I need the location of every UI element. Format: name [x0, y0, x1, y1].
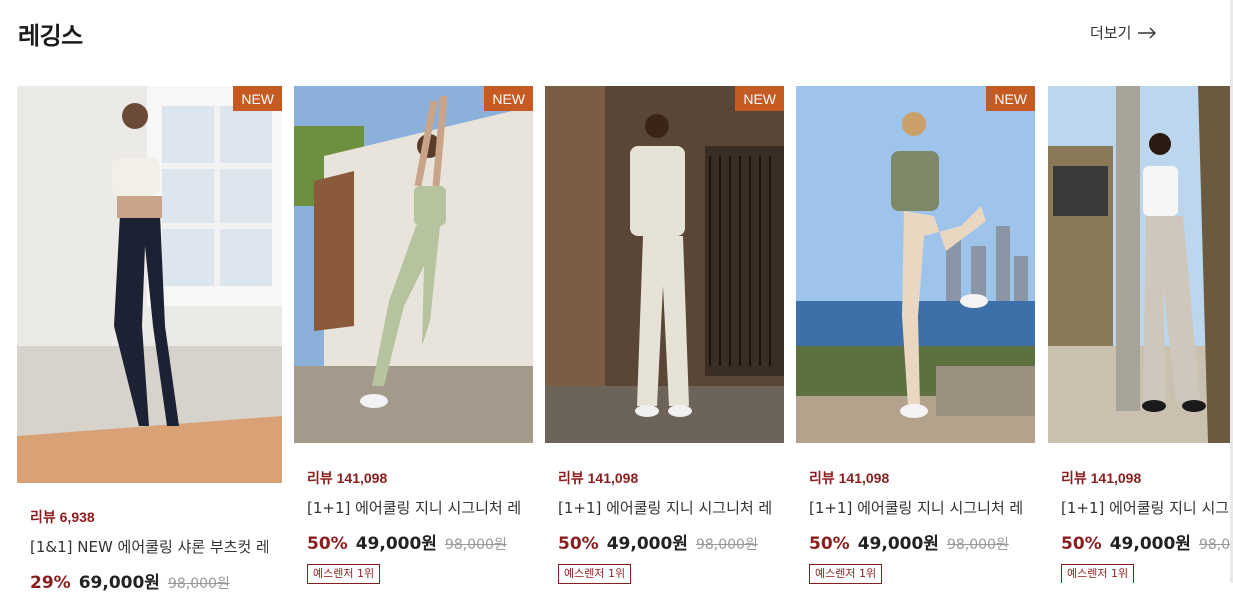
product-card[interactable]: 리뷰 141,098 [1+1] 에어쿨링 지니 시그니처 레깅스 50% 49… [1048, 86, 1230, 583]
discount-rate: 50% [1061, 534, 1102, 554]
product-image[interactable]: NEW [17, 86, 282, 483]
product-card[interactable]: NEW 리뷰 141,098 [1+1] 에어쿨링 지니 시그니처 레깅스 50… [294, 86, 533, 584]
product-card[interactable]: NEW 리뷰 141,098 [1+1] 에어쿨링 지니 시그니처 레깅스 50… [545, 86, 784, 584]
ranking-tag: 예스렌저 1위 [558, 564, 632, 584]
review-count: 리뷰 141,098 [558, 470, 639, 486]
review-count: 리뷰 141,098 [1061, 470, 1142, 486]
price-row: 50% 49,000원 98,000원 [558, 529, 784, 554]
product-card[interactable]: NEW 리뷰 6,938 [1&1] NEW 에어쿨링 샤론 부츠컷 레깅스 2… [17, 86, 282, 593]
product-info: 리뷰 6,938 [1&1] NEW 에어쿨링 샤론 부츠컷 레깅스 29% 6… [30, 507, 282, 593]
more-link[interactable]: 더보기 [1090, 22, 1157, 43]
product-image[interactable] [1048, 86, 1230, 443]
original-price: 98,000원 [444, 537, 507, 553]
product-name[interactable]: [1+1] 에어쿨링 지니 시그니처 레깅스 [1061, 497, 1230, 518]
discount-rate: 50% [558, 534, 599, 554]
product-info: 리뷰 141,098 [1+1] 에어쿨링 지니 시그니처 레깅스 50% 49… [558, 468, 784, 584]
sale-price: 49,000원 [857, 534, 939, 554]
review-count: 리뷰 141,098 [809, 470, 890, 486]
original-price: 98,000원 [695, 537, 758, 553]
product-image[interactable]: NEW [545, 86, 784, 443]
original-price: 98,000원 [946, 537, 1009, 553]
product-name[interactable]: [1+1] 에어쿨링 지니 시그니처 레깅스 [307, 497, 521, 518]
price-row: 50% 49,000원 98,000원 [809, 529, 1035, 554]
price-row: 29% 69,000원 98,000원 [30, 568, 282, 593]
product-info: 리뷰 141,098 [1+1] 에어쿨링 지니 시그니처 레깅스 50% 49… [307, 468, 533, 584]
new-badge: NEW [735, 86, 784, 111]
product-name[interactable]: [1+1] 에어쿨링 지니 시그니처 레깅스 [809, 497, 1023, 518]
original-price: 98,000원 [167, 576, 230, 592]
section-title: 레깅스 [18, 22, 83, 50]
review-count: 리뷰 6,938 [30, 509, 95, 525]
sale-price: 49,000원 [355, 534, 437, 554]
original-price: 98,000원 [1198, 537, 1230, 553]
product-image[interactable]: NEW [294, 86, 533, 443]
discount-rate: 50% [307, 534, 348, 554]
more-label: 더보기 [1090, 24, 1132, 42]
new-badge: NEW [484, 86, 533, 111]
arrow-right-icon [1137, 27, 1157, 39]
product-name[interactable]: [1+1] 에어쿨링 지니 시그니처 레깅스 [558, 497, 772, 518]
new-badge: NEW [986, 86, 1035, 111]
ranking-tag: 예스렌저 1위 [1061, 564, 1135, 583]
sale-price: 49,000원 [606, 534, 688, 554]
product-info: 리뷰 141,098 [1+1] 에어쿨링 지니 시그니처 레깅스 50% 49… [1061, 468, 1230, 583]
new-badge: NEW [233, 86, 282, 111]
review-count: 리뷰 141,098 [307, 470, 388, 486]
price-row: 50% 49,000원 98,000원 [307, 529, 533, 554]
discount-rate: 29% [30, 573, 71, 593]
product-image[interactable]: NEW [796, 86, 1035, 443]
ranking-tag: 예스렌저 1위 [307, 564, 381, 584]
product-name[interactable]: [1&1] NEW 에어쿨링 샤론 부츠컷 레깅스 [30, 536, 268, 557]
ranking-tag: 예스렌저 1위 [809, 564, 883, 584]
price-row: 50% 49,000원 98,000원 [1061, 529, 1230, 554]
discount-rate: 50% [809, 534, 850, 554]
product-info: 리뷰 141,098 [1+1] 에어쿨링 지니 시그니처 레깅스 50% 49… [809, 468, 1035, 584]
product-card[interactable]: NEW 리뷰 141,098 [1+1] 에어쿨링 지니 시그니처 레깅스 50… [796, 86, 1035, 584]
sale-price: 49,000원 [1109, 534, 1191, 554]
sale-price: 69,000원 [78, 573, 160, 593]
